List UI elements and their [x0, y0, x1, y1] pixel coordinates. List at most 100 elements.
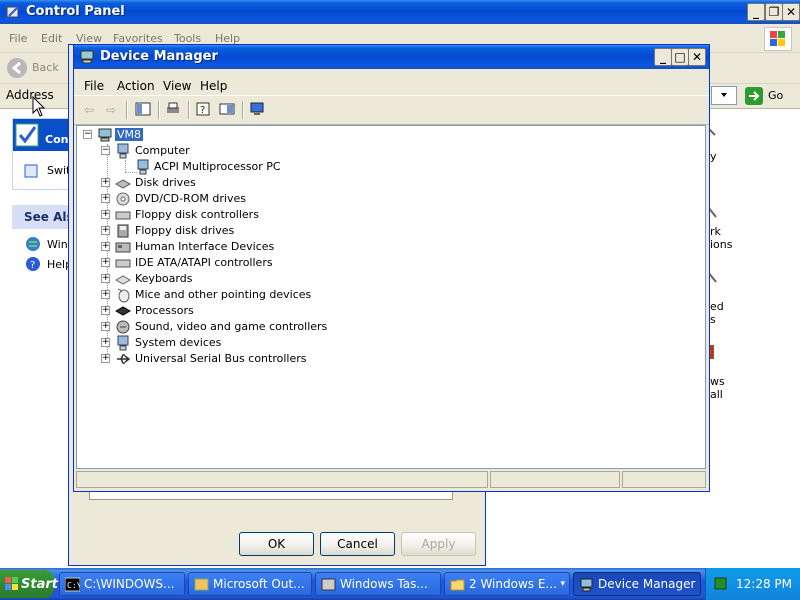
switch-view-link[interactable]: Swit	[47, 164, 70, 177]
tree-node-label[interactable]: DVD/CD-ROM drives	[135, 192, 246, 205]
print-icon[interactable]	[164, 101, 182, 119]
device-tree[interactable]: − VM8 − Computer ACPI Multiprocessor PC …	[76, 125, 706, 469]
expand-toggle[interactable]: +	[101, 194, 110, 203]
network-icon[interactable]	[714, 577, 727, 590]
start-button[interactable]: Start	[0, 570, 58, 598]
go-arrow-icon[interactable]	[745, 87, 763, 105]
taskbar-item-outlook[interactable]: Microsoft Out...	[188, 572, 312, 596]
show-hide-tree-icon[interactable]	[134, 101, 152, 119]
switch-view-icon	[24, 164, 38, 178]
taskbar-item-label: Device Manager	[598, 577, 696, 591]
expand-toggle[interactable]: +	[101, 210, 110, 219]
tree-node-label[interactable]: Disk drives	[135, 176, 196, 189]
right-fragment-2: rk	[710, 225, 721, 238]
back-arrow-icon[interactable]	[6, 57, 28, 79]
folder-icon	[450, 579, 465, 591]
menu-help[interactable]: Help	[200, 79, 227, 93]
help-topic-icon[interactable]	[218, 101, 236, 119]
tree-node-label[interactable]: Floppy disk drives	[135, 224, 234, 237]
scan-hardware-icon[interactable]	[248, 101, 266, 119]
windows-logo	[764, 27, 792, 51]
maximize-button[interactable]: □	[671, 48, 689, 66]
collapse-toggle[interactable]: −	[83, 130, 92, 139]
root-label[interactable]: VM8	[115, 128, 144, 141]
tree-node-label[interactable]: Universal Serial Bus controllers	[135, 352, 306, 365]
toolbar-separator	[126, 101, 128, 119]
windows-flag-icon	[5, 577, 18, 590]
tree-node-label[interactable]: Computer	[135, 144, 190, 157]
properties-icon[interactable]: ?	[194, 101, 212, 119]
forward-icon[interactable]: ⇨	[102, 101, 120, 119]
expand-toggle[interactable]: +	[101, 258, 110, 267]
restore-button[interactable]: ❐	[765, 3, 783, 21]
device-manager-titlebar[interactable]: Device Manager _ □ ✕	[74, 45, 709, 69]
close-button[interactable]: ✕	[782, 3, 800, 21]
apply-button[interactable]: Apply	[401, 532, 476, 556]
minimize-button[interactable]: _	[747, 3, 765, 21]
tree-node-label[interactable]: IDE ATA/ATAPI controllers	[135, 256, 273, 269]
taskbar-item-task-manager[interactable]: Windows Tas...	[315, 572, 441, 596]
chevron-down-icon	[721, 93, 727, 97]
menu-view[interactable]: View	[163, 79, 191, 93]
taskbar-item-device-manager[interactable]: Device Manager	[573, 572, 701, 596]
taskbar-item-label: Microsoft Out...	[213, 577, 305, 591]
tree-node-label[interactable]: Sound, video and game controllers	[135, 320, 327, 333]
windows-update-link[interactable]: Win	[47, 238, 68, 251]
svg-text:C:\: C:\	[67, 581, 80, 590]
tree-node-label[interactable]: Human Interface Devices	[135, 240, 274, 253]
processor-icon	[115, 306, 131, 316]
minimize-button[interactable]: _	[654, 48, 672, 66]
expand-toggle[interactable]: +	[101, 178, 110, 187]
expand-toggle[interactable]: +	[101, 306, 110, 315]
right-fragment-1: y	[710, 150, 717, 163]
tree-node-label[interactable]: Mice and other pointing devices	[135, 288, 311, 301]
clock[interactable]: 12:28 PM	[736, 577, 792, 591]
toolbar-separator	[188, 101, 190, 119]
tree-node-label[interactable]: System devices	[135, 336, 221, 349]
outlook-icon	[194, 578, 209, 591]
right-fragment-7: all	[710, 388, 723, 401]
tree-node-label[interactable]: ACPI Multiprocessor PC	[154, 160, 281, 173]
taskbar-item-cmd[interactable]: C:\ C:\WINDOWS...	[59, 572, 185, 596]
expand-toggle[interactable]: +	[101, 354, 110, 363]
device-manager-window: Device Manager _ □ ✕ File Action View He…	[73, 44, 710, 492]
menu-action[interactable]: Action	[117, 79, 155, 93]
svg-text:?: ?	[200, 105, 205, 116]
menu-file[interactable]: File	[84, 79, 104, 93]
expand-toggle[interactable]: +	[101, 290, 110, 299]
menu-file[interactable]: File	[9, 32, 27, 45]
tree-node-label[interactable]: Processors	[135, 304, 194, 317]
control-panel-titlebar[interactable]: Control Panel _ ❐ ✕	[0, 0, 800, 24]
cancel-button[interactable]: Cancel	[320, 532, 395, 556]
expand-toggle[interactable]: +	[101, 242, 110, 251]
svg-text:?: ?	[30, 260, 35, 271]
disk-drive-icon	[115, 179, 131, 189]
expand-toggle[interactable]: +	[101, 338, 110, 347]
status-cell	[622, 471, 706, 488]
close-button[interactable]: ✕	[688, 48, 706, 66]
expand-toggle[interactable]: +	[101, 322, 110, 331]
ok-button[interactable]: OK	[239, 532, 314, 556]
taskbar-item-explorer-group[interactable]: 2 Windows E... ▾	[444, 572, 570, 596]
address-dropdown-button[interactable]	[711, 86, 737, 105]
floppy-drive-icon	[117, 224, 129, 238]
right-fragment-4: ed	[710, 300, 724, 313]
back-label[interactable]: Back	[32, 61, 59, 74]
tree-node-label[interactable]: Floppy disk controllers	[135, 208, 259, 221]
expand-toggle[interactable]: +	[101, 226, 110, 235]
status-bar	[76, 471, 706, 489]
back-icon[interactable]: ⇦	[80, 101, 98, 119]
mouse-icon	[117, 288, 130, 303]
tree-node-label[interactable]: Keyboards	[135, 272, 192, 285]
collapse-toggle[interactable]: −	[101, 146, 110, 155]
taskbar-item-label: Windows Tas...	[340, 577, 428, 591]
usb-icon	[117, 354, 131, 364]
see-also-header: See Als	[12, 205, 76, 229]
menu-bar: File Action View Help	[74, 69, 709, 95]
go-label[interactable]: Go	[768, 89, 783, 102]
help-icon: ?	[26, 257, 40, 271]
start-label: Start	[21, 577, 58, 592]
expand-toggle[interactable]: +	[101, 274, 110, 283]
menu-edit[interactable]: Edit	[41, 32, 62, 45]
window-title: Control Panel	[26, 4, 125, 19]
